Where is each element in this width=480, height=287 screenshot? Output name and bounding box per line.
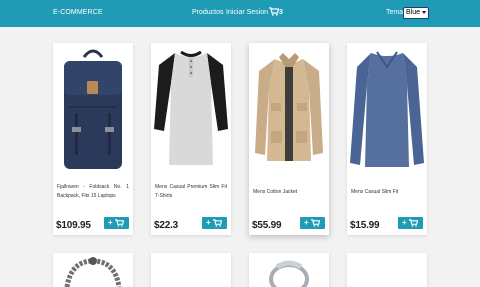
product-card[interactable]: Fjallraven - Foldsack No. 1 Backpack, Fi… bbox=[53, 43, 133, 235]
product-title[interactable]: Mens Casual Slim Fit bbox=[351, 188, 423, 197]
cart-icon bbox=[269, 7, 279, 16]
product-image-sweater bbox=[347, 43, 427, 175]
product-card[interactable] bbox=[151, 253, 231, 287]
plus-icon: + bbox=[108, 218, 113, 227]
cart-count: 3 bbox=[279, 9, 283, 16]
product-price: $22.3 bbox=[154, 220, 179, 231]
plus-icon: + bbox=[206, 218, 211, 227]
product-price: $55.99 bbox=[252, 220, 282, 231]
theme-select-value: Blue bbox=[406, 9, 421, 16]
plus-icon: + bbox=[402, 218, 407, 227]
nav-link-productos[interactable]: Productos bbox=[192, 9, 224, 16]
product-image-backpack bbox=[53, 43, 133, 175]
product-card[interactable] bbox=[347, 253, 427, 287]
product-card[interactable]: Mens Casual Slim Fit $15.99 + bbox=[347, 43, 427, 235]
chevron-down-icon bbox=[422, 11, 426, 14]
product-image-bracelet bbox=[64, 257, 122, 287]
brand-logo[interactable]: E-COMMERCE bbox=[53, 9, 103, 16]
cart-icon bbox=[409, 219, 418, 227]
product-title[interactable]: Fjallraven - Foldsack No. 1 Backpack, Fi… bbox=[57, 183, 129, 201]
product-price: $15.99 bbox=[350, 220, 380, 231]
product-title[interactable]: Mens Casual Premium Slim Fit T-Shirts bbox=[155, 183, 227, 201]
theme-select[interactable]: Blue bbox=[403, 7, 429, 19]
navbar: E-COMMERCE Productos Iniciar Sesion 3 Te… bbox=[0, 0, 480, 27]
product-card[interactable]: Mens Casual Premium Slim Fit T-Shirts $2… bbox=[151, 43, 231, 235]
cart-icon bbox=[115, 219, 124, 227]
nav-link-login[interactable]: Iniciar Sesion bbox=[226, 9, 268, 16]
cart-button[interactable]: 3 bbox=[269, 7, 291, 19]
product-image-jacket bbox=[249, 43, 329, 175]
product-image-tshirt bbox=[151, 43, 231, 175]
product-image-ring bbox=[269, 260, 309, 287]
plus-icon: + bbox=[304, 218, 309, 227]
product-title[interactable]: Mens Cotton Jacket bbox=[253, 188, 325, 197]
product-price: $109.95 bbox=[56, 220, 91, 231]
product-card[interactable] bbox=[249, 253, 329, 287]
product-card[interactable]: Mens Cotton Jacket $55.99 + bbox=[249, 43, 329, 235]
add-to-cart-button[interactable]: + bbox=[104, 217, 129, 229]
add-to-cart-button[interactable]: + bbox=[300, 217, 325, 229]
cart-icon bbox=[311, 219, 320, 227]
add-to-cart-button[interactable]: + bbox=[398, 217, 423, 229]
cart-icon bbox=[213, 219, 222, 227]
product-card[interactable] bbox=[53, 253, 133, 287]
add-to-cart-button[interactable]: + bbox=[202, 217, 227, 229]
